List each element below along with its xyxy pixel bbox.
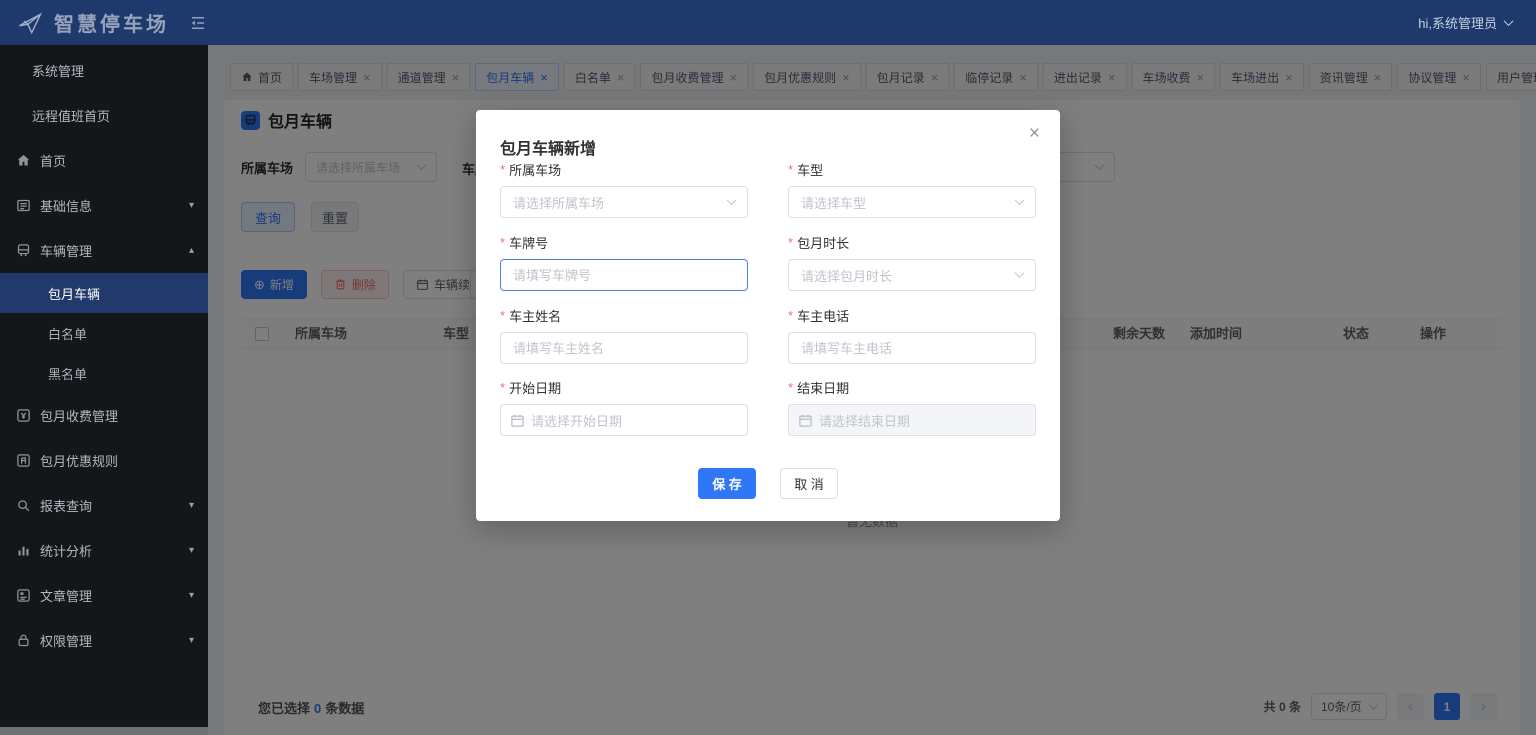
field-group-end-date: * 结束日期 请选择结束日期	[788, 378, 1036, 436]
sidebar-item-permission-management[interactable]: 权限管理 ▾	[0, 618, 208, 663]
save-button[interactable]: 保 存	[698, 468, 756, 499]
add-monthly-vehicle-modal: 包月车辆新增 × *所属车场 请选择所属车场 *车型 请选择车型 *车牌号 *包…	[476, 110, 1060, 521]
sidebar-subitem-monthly-vehicle[interactable]: 包月车辆	[0, 273, 208, 313]
sidebar-item-monthly-discount-rules[interactable]: 包月优惠规则	[0, 438, 208, 483]
chevron-down-icon	[1014, 195, 1025, 206]
required-mark: *	[788, 161, 794, 177]
article-icon	[16, 588, 31, 603]
modal-title: 包月车辆新增	[500, 141, 597, 158]
user-menu[interactable]: hi,系统管理员	[1418, 13, 1514, 32]
required-mark: *	[500, 234, 506, 250]
sidebar-collapse-icon[interactable]	[189, 14, 207, 32]
field-group-owner-phone: * 车主电话	[788, 306, 1036, 364]
required-mark: *	[500, 307, 506, 323]
caret-down-icon: ▾	[188, 590, 194, 601]
home-icon	[16, 153, 31, 168]
sidebar-item-statistics[interactable]: 统计分析 ▾	[0, 528, 208, 573]
app-header: 智慧停车场 hi,系统管理员	[0, 0, 1536, 45]
logo-icon	[16, 9, 44, 37]
required-mark: *	[788, 379, 794, 395]
search-icon	[16, 498, 31, 513]
app-title: 智慧停车场	[54, 14, 169, 36]
caret-up-icon: ▴	[188, 245, 194, 256]
lot-select[interactable]: 请选择所属车场	[500, 186, 748, 218]
sidebar: 系统管理 远程值班首页 首页 基础信息 ▾ 车辆管理 ▴ 包月车辆 白名单 黑名…	[0, 45, 208, 727]
sidebar-item-article-management[interactable]: 文章管理 ▾	[0, 573, 208, 618]
plate-number-input[interactable]	[500, 259, 748, 291]
calendar-icon	[511, 414, 524, 427]
sidebar-subitem-whitelist[interactable]: 白名单	[0, 313, 208, 353]
chevron-down-icon	[726, 195, 737, 206]
sidebar-item-basic-info[interactable]: 基础信息 ▾	[0, 183, 208, 228]
lock-icon	[16, 633, 31, 648]
calendar-icon	[799, 414, 812, 427]
sidebar-item-system-management[interactable]: 系统管理	[0, 48, 208, 93]
required-mark: *	[788, 307, 794, 323]
chevron-down-icon	[1503, 16, 1514, 27]
required-mark: *	[788, 234, 794, 250]
start-date-picker[interactable]: 请选择开始日期	[500, 404, 748, 436]
moon-icon	[16, 453, 31, 468]
sidebar-item-report-query[interactable]: 报表查询 ▾	[0, 483, 208, 528]
caret-down-icon: ▾	[188, 200, 194, 211]
required-mark: *	[500, 379, 506, 395]
caret-down-icon: ▾	[188, 500, 194, 511]
vehicle-type-select[interactable]: 请选择车型	[788, 186, 1036, 218]
required-mark: *	[500, 161, 506, 177]
sidebar-subitem-blacklist[interactable]: 黑名单	[0, 353, 208, 393]
end-date-picker[interactable]: 请选择结束日期	[788, 404, 1036, 436]
caret-down-icon: ▾	[188, 635, 194, 646]
field-group-owner-name: * 车主姓名	[500, 306, 748, 364]
sidebar-item-monthly-fee-management[interactable]: 包月收费管理	[0, 393, 208, 438]
list-icon	[16, 198, 31, 213]
car-icon	[16, 243, 31, 258]
cancel-button[interactable]: 取 消	[780, 468, 838, 499]
field-group-parking-lot: * 所属车场 请选择所属车场	[500, 160, 748, 218]
chevron-down-icon	[1014, 268, 1025, 279]
duration-select[interactable]: 请选择包月时长	[788, 259, 1036, 291]
sidebar-item-home[interactable]: 首页	[0, 138, 208, 183]
chart-icon	[16, 543, 31, 558]
user-name: hi,系统管理员	[1418, 16, 1497, 31]
close-icon[interactable]: ×	[1029, 124, 1040, 143]
field-group-duration: * 包月时长 请选择包月时长	[788, 233, 1036, 291]
sidebar-item-vehicle-management[interactable]: 车辆管理 ▴	[0, 228, 208, 273]
field-group-start-date: * 开始日期 请选择开始日期	[500, 378, 748, 436]
caret-down-icon: ▾	[188, 545, 194, 556]
owner-name-input[interactable]	[500, 332, 748, 364]
field-group-vehicle-type: * 车型 请选择车型	[788, 160, 1036, 218]
owner-phone-input[interactable]	[788, 332, 1036, 364]
sidebar-item-remote-duty-home[interactable]: 远程值班首页	[0, 93, 208, 138]
field-group-plate-number: * 车牌号	[500, 233, 748, 291]
fee-icon	[16, 408, 31, 423]
